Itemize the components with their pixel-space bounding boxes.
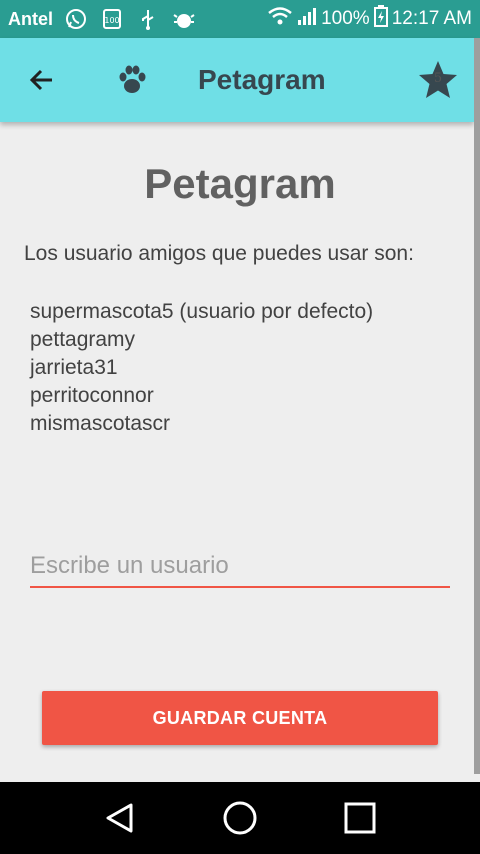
home-circle-icon: [223, 801, 257, 835]
arrow-left-icon: [29, 69, 52, 91]
list-item: perritoconnor: [30, 384, 154, 407]
recents-square-icon: [344, 802, 376, 834]
list-item: mismascotascr: [30, 412, 171, 435]
nav-home-button[interactable]: [215, 793, 265, 843]
main-content: Petagram Los usuario amigos que puedes u…: [0, 122, 474, 782]
list-item: supermascota5 (usuario por defecto): [30, 300, 374, 323]
storage-icon: 100: [99, 8, 125, 30]
wifi-icon: [267, 6, 293, 32]
paw-icon: [112, 60, 152, 100]
navigation-bar: [0, 782, 480, 854]
whatsapp-icon: [63, 8, 89, 30]
nav-back-button[interactable]: [95, 793, 145, 843]
back-triangle-icon: [106, 803, 133, 833]
battery-percent: 100%: [321, 8, 370, 29]
back-button[interactable]: [20, 58, 64, 102]
svg-text:100: 100: [104, 16, 119, 25]
app-bar-title: Petagram: [198, 64, 326, 95]
username-input[interactable]: [30, 546, 450, 588]
android-debug-icon: [171, 8, 197, 30]
carrier-name: Antel: [8, 8, 53, 29]
nav-recents-button[interactable]: [335, 793, 385, 843]
signal-icon: [297, 6, 317, 32]
list-item: pettagramy: [30, 328, 136, 351]
battery-icon: [373, 5, 388, 33]
usb-icon: [135, 8, 161, 30]
scrollbar[interactable]: [474, 38, 480, 774]
save-account-button[interactable]: GUARDAR CUENTA: [42, 691, 438, 745]
list-item: jarrieta31: [30, 356, 118, 379]
favorites-count: 5: [433, 71, 443, 86]
user-list: supermascota5 (usuario por defecto) pett…: [30, 298, 373, 438]
clock: 12:17 AM: [391, 8, 472, 29]
page-title: Petagram: [144, 160, 336, 207]
intro-text: Los usuario amigos que puedes usar son:: [24, 242, 414, 265]
status-bar: Antel 100 100% 12:17 AM: [0, 0, 480, 38]
favorites-button[interactable]: 5: [416, 58, 460, 102]
app-bar: Petagram 5: [0, 38, 474, 122]
